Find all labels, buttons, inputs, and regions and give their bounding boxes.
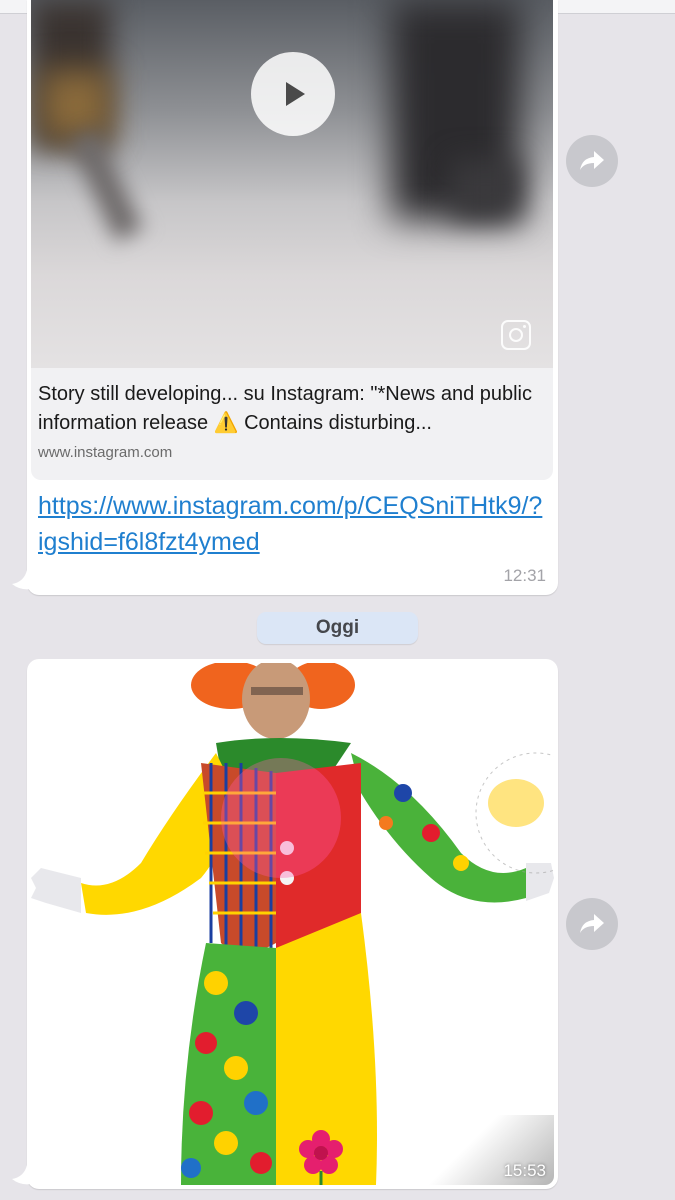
message-bubble-link-preview[interactable]: Story still developing... su Instagram: …	[27, 0, 558, 595]
image-message[interactable]	[31, 663, 554, 1185]
message-timestamp: 12:31	[503, 566, 546, 585]
clown-costume-image	[31, 663, 554, 1185]
message-link[interactable]: https://www.instagram.com/p/CEQSniTHtk9/…	[38, 488, 542, 560]
bubble-tail	[12, 1165, 36, 1185]
forward-arrow-icon[interactable]	[566, 898, 618, 950]
link-preview-card[interactable]: Story still developing... su Instagram: …	[31, 0, 553, 480]
message-timestamp: 15:53	[503, 1161, 546, 1180]
instagram-icon	[501, 320, 531, 350]
message-bubble-image[interactable]: 15:53	[27, 659, 558, 1189]
video-thumbnail[interactable]	[31, 0, 553, 368]
link-preview-domain: www.instagram.com	[38, 444, 173, 461]
link-preview-title: Story still developing... su Instagram: …	[38, 383, 533, 434]
date-separator: Oggi	[257, 612, 418, 644]
play-icon[interactable]	[251, 52, 335, 136]
bubble-tail	[12, 570, 36, 590]
forward-arrow-icon[interactable]	[566, 135, 618, 187]
